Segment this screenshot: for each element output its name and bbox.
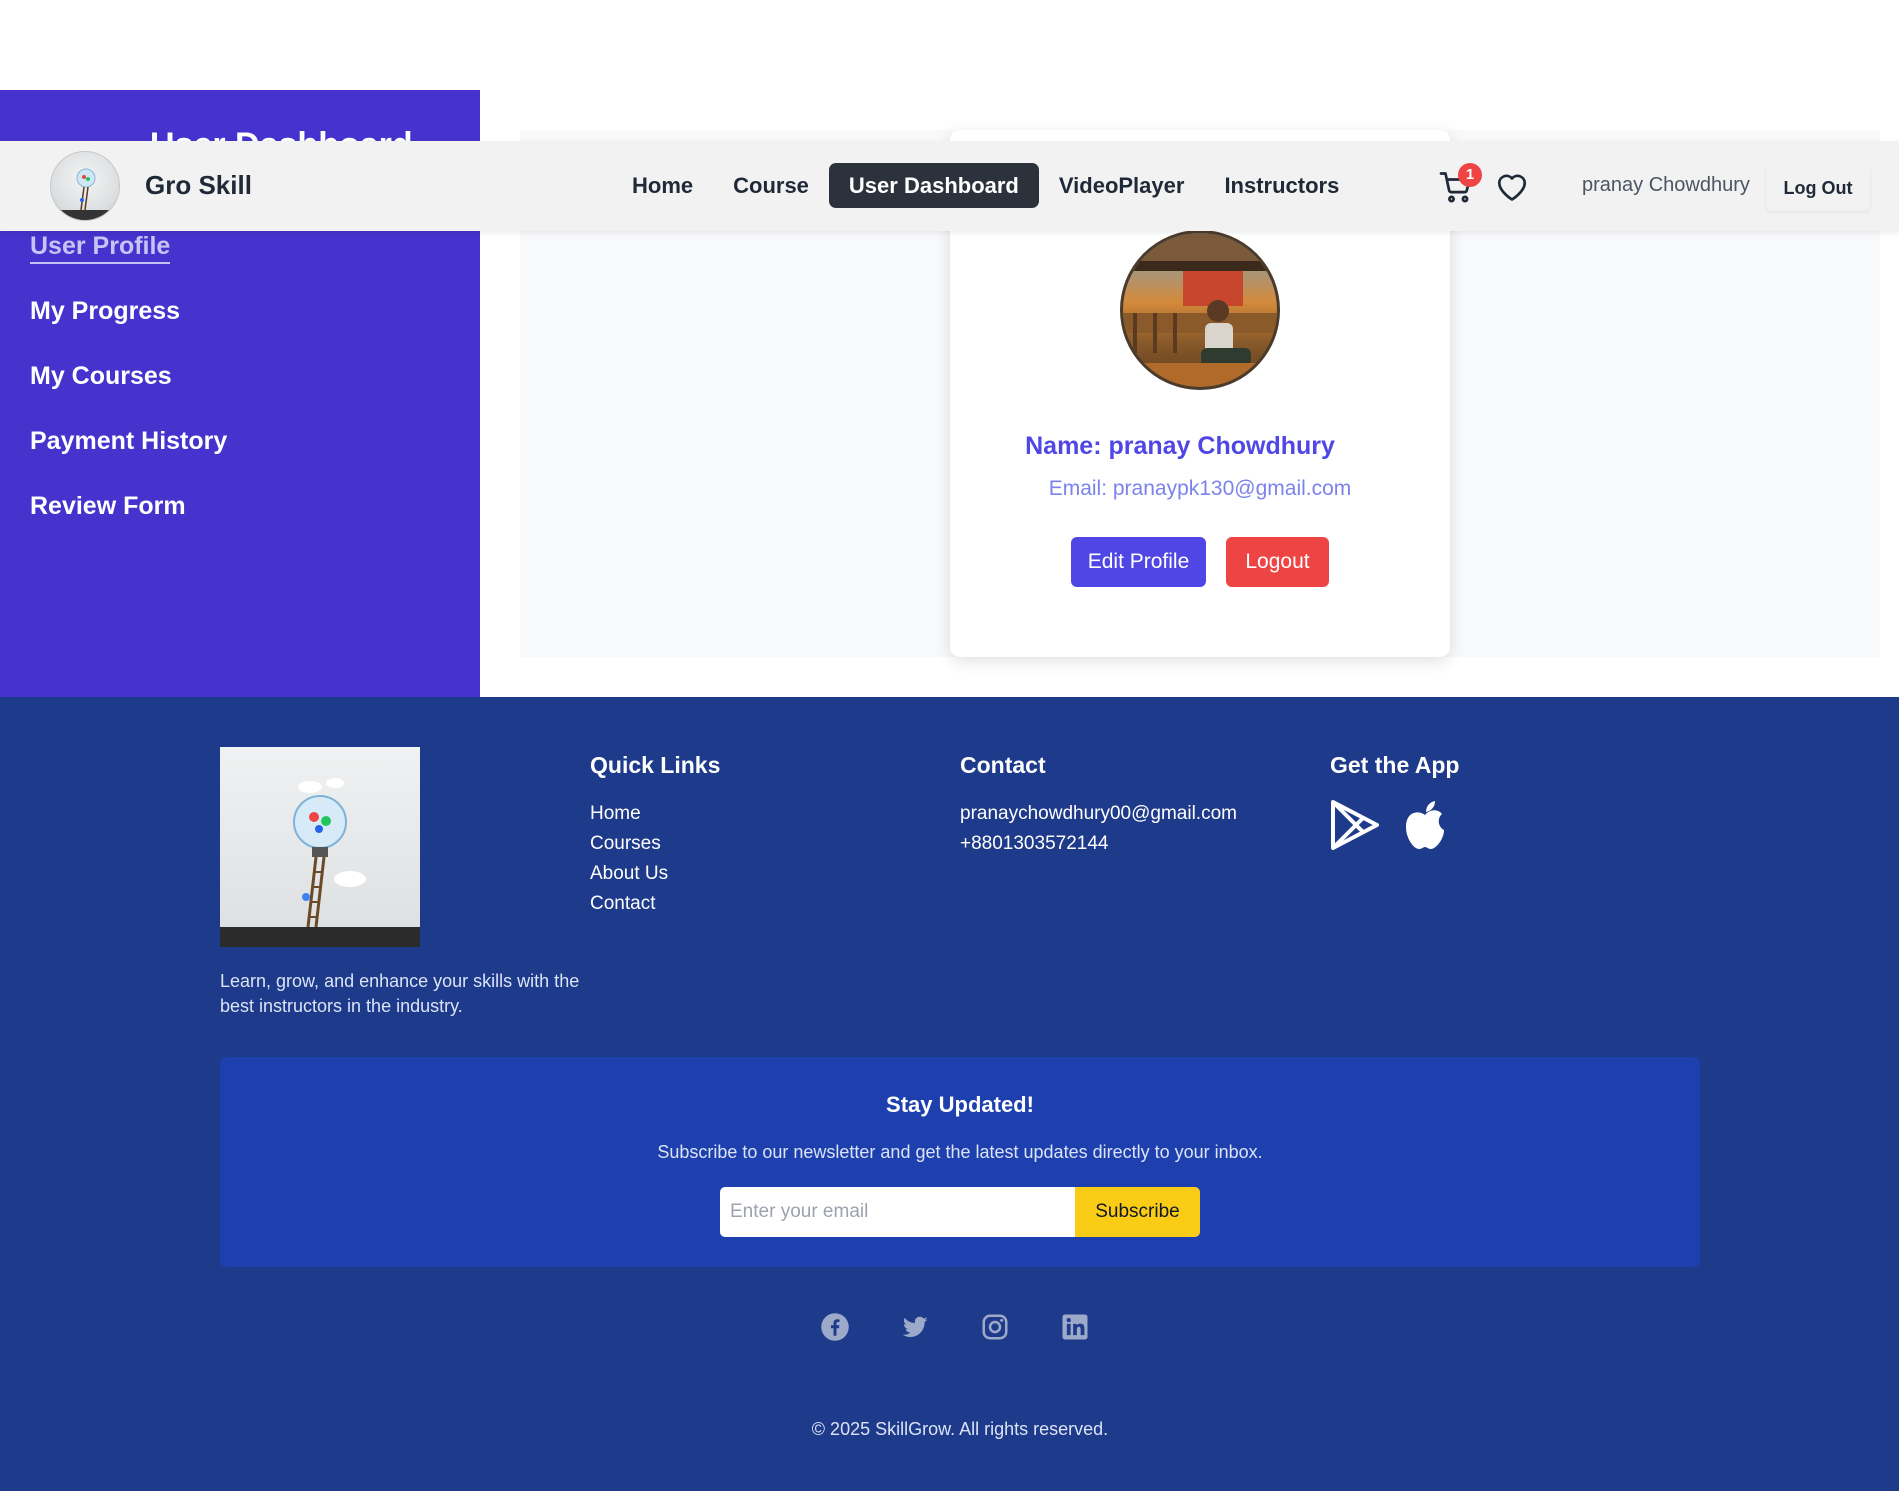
footer-link-courses[interactable]: Courses: [590, 829, 720, 859]
cart-count-badge: 1: [1458, 163, 1482, 187]
profile-email: Email: pranaypk130@gmail.com: [1048, 477, 1352, 500]
quick-links-column: Quick Links Home Courses About Us Contac…: [590, 752, 720, 919]
lightbulb-ladder-icon: [51, 168, 119, 220]
nav-user-name: pranay Chowdhury: [1582, 174, 1750, 196]
edit-profile-button[interactable]: Edit Profile: [1071, 537, 1206, 587]
contact-email: pranaychowdhury00@gmail.com: [960, 803, 1237, 824]
avatar: [1120, 230, 1280, 390]
navbar: Gro Skill Home Course User Dashboard Vid…: [0, 141, 1899, 231]
cart-button[interactable]: 1: [1438, 163, 1482, 209]
linkedin-icon[interactable]: [1060, 1312, 1090, 1342]
navbar-logout-button[interactable]: Log Out: [1766, 165, 1870, 211]
footer-logo: [220, 747, 420, 947]
footer: Learn, grow, and enhance your skills wit…: [0, 697, 1899, 1491]
nav-link-user-dashboard[interactable]: User Dashboard: [828, 163, 1039, 208]
get-app-heading: Get the App: [1330, 752, 1460, 778]
newsletter-section: Stay Updated! Subscribe to our newslette…: [220, 1057, 1700, 1267]
sidebar-item-my-progress[interactable]: My Progress: [30, 291, 227, 356]
contact-phone: +8801303572144: [960, 833, 1109, 854]
newsletter-subtitle: Subscribe to our newsletter and get the …: [657, 1142, 1263, 1162]
footer-tagline: Learn, grow, and enhance your skills wit…: [220, 971, 580, 1016]
newsletter-title: Stay Updated!: [886, 1092, 1034, 1117]
apple-icon[interactable]: [1402, 799, 1448, 851]
sidebar-item-label: Payment History: [30, 427, 228, 455]
copyright-text: © 2025 SkillGrow. All rights reserved.: [811, 1419, 1109, 1439]
sidebar-item-my-courses[interactable]: My Courses: [30, 356, 227, 421]
instagram-icon[interactable]: [980, 1312, 1010, 1342]
brand-name[interactable]: Gro Skill: [145, 170, 252, 201]
sidebar-item-label: My Progress: [30, 297, 181, 325]
sidebar-item-label: My Courses: [30, 362, 172, 390]
profile-logout-button[interactable]: Logout: [1226, 537, 1329, 587]
brand-logo[interactable]: [50, 151, 120, 221]
nav-link-videoplayer[interactable]: VideoPlayer: [1039, 163, 1205, 208]
footer-link-home[interactable]: Home: [590, 799, 720, 829]
google-play-icon[interactable]: [1330, 799, 1380, 851]
subscribe-button[interactable]: Subscribe: [1075, 1187, 1200, 1237]
nav-link-instructors[interactable]: Instructors: [1204, 163, 1359, 208]
nav-link-home[interactable]: Home: [612, 163, 713, 208]
profile-name: Name: pranay Chowdhury: [1025, 432, 1335, 460]
footer-link-about-us[interactable]: About Us: [590, 859, 720, 889]
sidebar-menu: User Profile My Progress My Courses Paym…: [30, 226, 227, 551]
sidebar-item-label: User Profile: [30, 232, 171, 264]
facebook-icon[interactable]: [820, 1312, 850, 1342]
avatar-photo: [1123, 233, 1277, 387]
contact-heading: Contact: [960, 752, 1046, 778]
sidebar-item-label: Review Form: [30, 492, 186, 520]
wishlist-button[interactable]: [1494, 169, 1530, 203]
nav-link-course[interactable]: Course: [713, 163, 829, 208]
twitter-icon[interactable]: [900, 1312, 930, 1342]
footer-link-contact[interactable]: Contact: [590, 889, 720, 919]
nav-links: Home Course User Dashboard VideoPlayer I…: [612, 163, 1359, 208]
heart-icon: [1497, 174, 1527, 201]
get-app-column: Get the App: [1330, 752, 1459, 851]
sidebar-item-review-form[interactable]: Review Form: [30, 486, 227, 551]
social-links: [820, 1312, 1090, 1342]
newsletter-email-input[interactable]: [720, 1187, 1075, 1237]
quick-links-heading: Quick Links: [590, 752, 721, 778]
sidebar-item-user-profile[interactable]: User Profile: [30, 226, 227, 291]
lightbulb-ladder-illustration: [220, 778, 420, 947]
sidebar-item-payment-history[interactable]: Payment History: [30, 421, 227, 486]
contact-column: Contact pranaychowdhury00@gmail.com +880…: [960, 752, 1237, 859]
